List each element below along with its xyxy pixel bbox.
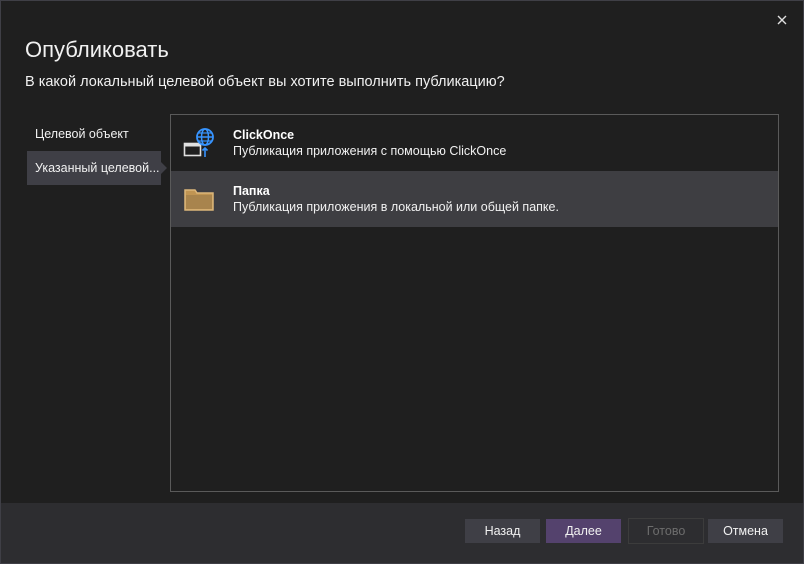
item-description: Публикация приложения с помощью ClickOnc… xyxy=(233,144,507,158)
nav-item-specific-target[interactable]: Указанный целевой... xyxy=(27,151,167,185)
finish-button[interactable]: Готово xyxy=(628,518,704,544)
list-item-clickonce[interactable]: ClickOnce Публикация приложения с помощь… xyxy=(171,115,778,171)
cancel-button[interactable]: Отмена xyxy=(708,519,783,543)
folder-icon xyxy=(184,189,214,211)
wizard-nav: Целевой объект Указанный целевой... xyxy=(27,117,167,185)
close-icon xyxy=(777,15,787,25)
back-button[interactable]: Назад xyxy=(465,519,540,543)
publish-dialog: Опубликовать В какой локальный целевой о… xyxy=(0,0,804,564)
dialog-footer: Назад Далее Готово Отмена xyxy=(1,503,803,563)
nav-item-target[interactable]: Целевой объект xyxy=(27,117,161,151)
nav-item-label: Указанный целевой... xyxy=(35,161,160,175)
nav-item-label: Целевой объект xyxy=(35,127,129,141)
item-title: Папка xyxy=(233,184,270,198)
item-title: ClickOnce xyxy=(233,128,295,142)
list-item-folder[interactable]: Папка Публикация приложения в локальной … xyxy=(171,171,778,227)
item-description: Публикация приложения в локальной или об… xyxy=(233,200,559,214)
close-button[interactable] xyxy=(771,9,793,31)
globe-window-icon xyxy=(183,128,214,157)
dialog-title: Опубликовать xyxy=(25,37,169,62)
next-button[interactable]: Далее xyxy=(546,519,621,543)
dialog-subtitle: В какой локальный целевой объект вы хоти… xyxy=(25,74,505,90)
target-list: ClickOnce Публикация приложения с помощь… xyxy=(170,114,779,492)
